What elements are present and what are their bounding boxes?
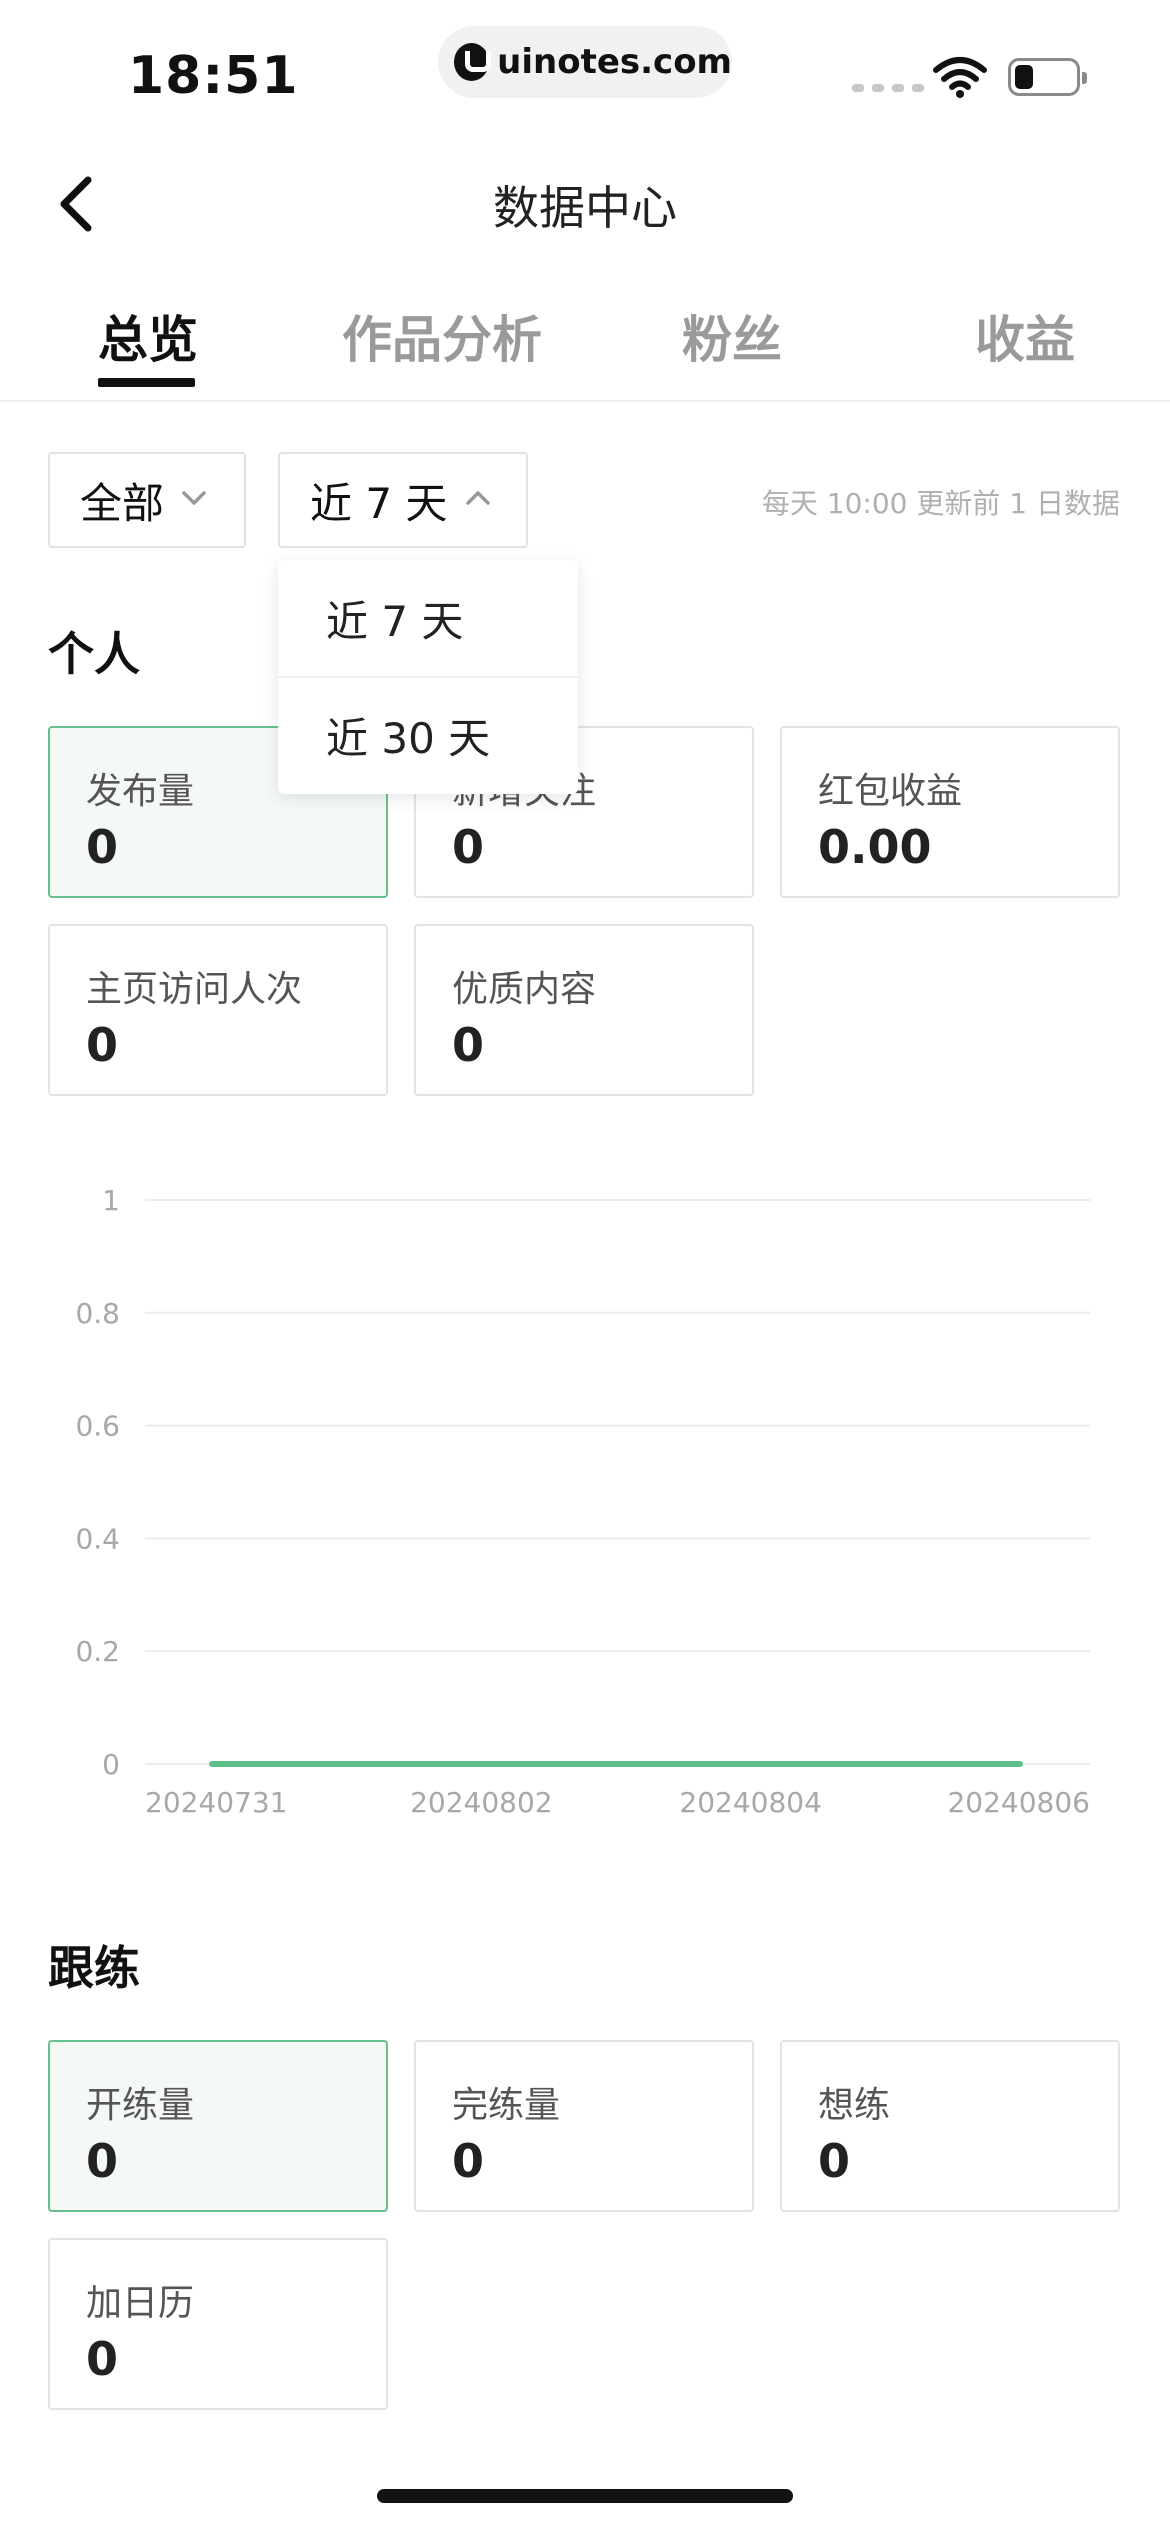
metric-label: 优质内容 [452,969,597,1010]
scope-filter-label: 全部 [80,478,165,528]
metric-card-red-packet-earnings[interactable]: 红包收益 0.00 [780,726,1120,898]
tab-bar: 总览 作品分析 粉丝 收益 [0,290,1170,402]
home-indicator [377,2489,793,2503]
metric-value: 0 [452,1018,485,1072]
metric-label: 完练量 [452,2085,561,2126]
url-pill[interactable]: uinotes.com [438,26,732,98]
metric-label: 主页访问人次 [86,969,303,1010]
trend-line-chart: 1 0.8 0.6 0.4 0.2 0 20240731 20240802 20240804 20… [75,1184,1090,1819]
cellular-signal-icon [852,84,924,92]
metric-card-profile-visits[interactable]: 主页访问人次 0 [48,924,388,1096]
tab-overview[interactable]: 总览 [98,300,198,372]
y-tick-label: 0.2 [75,1635,120,1668]
update-note: 每天 10:00 更新前 1 日数据 [761,487,1120,520]
metric-label: 想练 [818,2085,891,2126]
metric-value: 0 [86,2134,119,2188]
y-tick-label: 0.8 [75,1297,120,1330]
active-tab-indicator [98,378,195,387]
scope-filter[interactable]: 全部 [48,452,246,548]
x-tick-label: 20240804 [679,1786,822,1819]
url-text: uinotes.com [497,42,732,82]
wifi-icon [933,57,987,98]
metric-value: 0 [86,820,119,874]
status-time: 18:51 [128,46,299,106]
date-range-filter-label: 近 7 天 [310,478,448,528]
metric-label: 红包收益 [818,771,963,812]
metric-card-start-practice[interactable]: 开练量 0 [48,2040,388,2212]
metric-label: 发布量 [86,771,195,812]
battery-icon [1008,58,1087,96]
date-range-filter[interactable]: 近 7 天 [278,452,528,548]
date-range-dropdown: 近 7 天 近 30 天 [278,560,578,794]
y-tick-label: 0.6 [75,1410,120,1443]
tab-fans[interactable]: 粉丝 [682,300,782,372]
section-title-practice: 跟练 [48,1941,140,1995]
section-title-personal: 个人 [48,627,140,681]
metric-card-quality-content[interactable]: 优质内容 0 [414,924,754,1096]
metric-value: 0 [818,2134,851,2188]
metric-value: 0 [452,2134,485,2188]
chevron-down-icon [182,491,206,505]
dropdown-option-7-days[interactable]: 近 7 天 [278,560,578,677]
status-bar: 18:51 uinotes.com [0,0,1170,130]
metric-card-add-calendar[interactable]: 加日历 0 [48,2238,388,2410]
uinotes-logo-icon [454,43,492,81]
metric-value: 0 [86,1018,119,1072]
y-tick-label: 1 [102,1184,120,1217]
x-tick-label: 20240806 [947,1786,1090,1819]
y-tick-label: 0.4 [75,1522,120,1555]
tab-works-analysis[interactable]: 作品分析 [342,300,542,372]
metric-value: 0 [452,820,485,874]
metric-label: 加日历 [86,2283,195,2324]
x-tick-label: 20240802 [410,1786,553,1819]
tab-earnings[interactable]: 收益 [975,300,1075,372]
chevron-up-icon [466,491,490,505]
metric-value: 0 [86,2332,119,2386]
page-title: 数据中心 [493,181,677,235]
dropdown-option-30-days[interactable]: 近 30 天 [278,677,578,794]
metric-label: 开练量 [86,2085,195,2126]
metric-value: 0.00 [818,820,932,874]
x-tick-label: 20240731 [145,1786,288,1819]
y-tick-label: 0 [102,1748,120,1781]
metric-card-finish-practice[interactable]: 完练量 0 [414,2040,754,2212]
metric-card-want-practice[interactable]: 想练 0 [780,2040,1120,2212]
